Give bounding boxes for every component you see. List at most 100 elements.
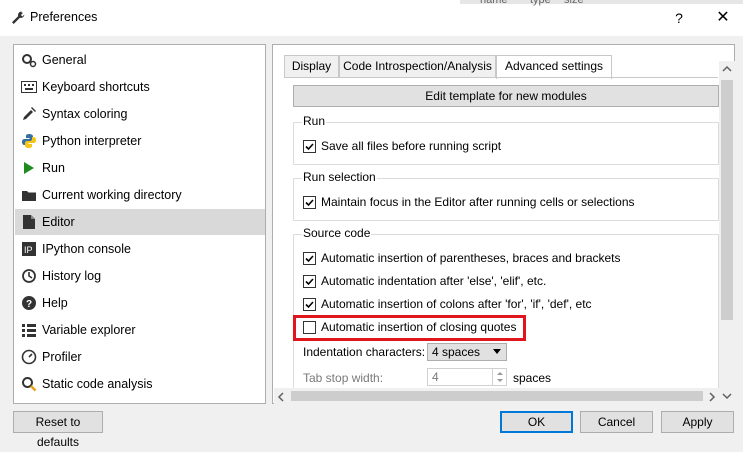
chevron-down-icon bbox=[493, 349, 501, 354]
run-group: Run Save all files before running script bbox=[293, 114, 719, 165]
sidebar-item-label: Current working directory bbox=[42, 188, 182, 202]
tab-stop-width-label: Tab stop width: bbox=[303, 371, 384, 385]
run-selection-group: Run selection Maintain focus in the Edit… bbox=[293, 170, 719, 221]
tab-display[interactable]: Display bbox=[284, 55, 339, 78]
window-title: Preferences bbox=[30, 10, 98, 24]
sidebar-item-run[interactable]: Run bbox=[15, 155, 265, 181]
sidebar-item-python-interpreter[interactable]: Python interpreter bbox=[15, 128, 265, 154]
background-column-name: name bbox=[480, 0, 508, 6]
maintain-focus-label: Maintain focus in the Editor after runni… bbox=[321, 195, 635, 209]
closing-quotes-highlight bbox=[293, 315, 526, 341]
sidebar-item-label: Variable explorer bbox=[42, 323, 136, 337]
vertical-scroll-thumb[interactable] bbox=[721, 80, 733, 320]
sidebar-item-label: Static code analysis bbox=[42, 377, 153, 391]
svg-text:?: ? bbox=[26, 299, 32, 310]
maintain-focus-checkbox[interactable] bbox=[303, 195, 316, 209]
tab-panel-border bbox=[284, 77, 718, 78]
title-bar: Preferences ? ✕ bbox=[0, 0, 743, 36]
wrench-icon bbox=[10, 10, 26, 26]
run-group-title: Run bbox=[302, 114, 327, 128]
background-window-strip: name type size bbox=[460, 0, 743, 6]
sidebar-item-label: Syntax coloring bbox=[42, 107, 128, 121]
cancel-button[interactable]: Cancel bbox=[580, 411, 653, 433]
indentation-characters-select[interactable]: 4 spaces bbox=[427, 343, 507, 361]
analysis-icon bbox=[21, 376, 37, 392]
background-column-size: size bbox=[564, 0, 584, 6]
sidebar-item-label: Profiler bbox=[42, 350, 82, 364]
source-code-group: Source code Automatic insertion of paren… bbox=[293, 226, 719, 397]
spin-arrows-icon[interactable] bbox=[492, 369, 506, 385]
maintain-focus-option[interactable]: Maintain focus in the Editor after runni… bbox=[303, 193, 635, 211]
tab-stop-unit-label: spaces bbox=[513, 371, 552, 385]
sidebar-item-label: IPython console bbox=[42, 242, 131, 256]
eyedropper-icon bbox=[21, 106, 37, 122]
auto-parentheses-label: Automatic insertion of parentheses, brac… bbox=[321, 251, 621, 265]
sidebar-item-current-working-directory[interactable]: Current working directory bbox=[15, 182, 265, 208]
sidebar-item-variable-explorer[interactable]: Variable explorer bbox=[15, 317, 265, 343]
tab-stop-width-value: 4 bbox=[432, 370, 439, 384]
indentation-characters-value: 4 spaces bbox=[432, 345, 481, 359]
sidebar-item-help[interactable]: ? Help bbox=[15, 290, 265, 316]
save-all-files-checkbox[interactable] bbox=[303, 139, 316, 153]
auto-colons-label: Automatic insertion of colons after 'for… bbox=[321, 297, 592, 311]
sidebar-item-static-code-analysis[interactable]: Static code analysis bbox=[15, 371, 265, 397]
sidebar-item-label: Editor bbox=[42, 215, 75, 229]
auto-parentheses-checkbox[interactable] bbox=[303, 251, 316, 265]
svg-text:IP: IP bbox=[24, 245, 33, 255]
horizontal-scroll-thumb[interactable] bbox=[291, 391, 703, 401]
sidebar-item-label: History log bbox=[42, 269, 102, 283]
close-button[interactable]: ✕ bbox=[708, 5, 738, 31]
sidebar-item-history-log[interactable]: History log bbox=[15, 263, 265, 289]
keyboard-icon bbox=[21, 79, 37, 95]
help-button[interactable]: ? bbox=[664, 5, 694, 31]
grid-icon bbox=[21, 322, 37, 338]
scroll-down-icon[interactable] bbox=[719, 388, 735, 404]
scroll-left-icon[interactable] bbox=[276, 391, 286, 405]
preferences-sidebar: General Keyboard shortcuts Syntax colori… bbox=[13, 44, 266, 404]
python-icon bbox=[21, 133, 37, 149]
sidebar-item-syntax-coloring[interactable]: Syntax coloring bbox=[15, 101, 265, 127]
horizontal-scrollbar[interactable] bbox=[274, 388, 719, 404]
ipython-icon: IP bbox=[21, 241, 37, 257]
sidebar-item-general[interactable]: General bbox=[15, 47, 265, 73]
vertical-scrollbar[interactable] bbox=[719, 61, 735, 404]
auto-colons-option[interactable]: Automatic insertion of colons after 'for… bbox=[303, 295, 592, 313]
play-icon bbox=[21, 160, 37, 176]
auto-parentheses-option[interactable]: Automatic insertion of parentheses, brac… bbox=[303, 249, 621, 267]
sidebar-item-keyboard-shortcuts[interactable]: Keyboard shortcuts bbox=[15, 74, 265, 100]
indentation-characters-label: Indentation characters: bbox=[303, 345, 426, 359]
apply-button[interactable]: Apply bbox=[661, 411, 734, 433]
help-icon: ? bbox=[21, 295, 37, 311]
reset-to-defaults-button[interactable]: Reset to defaults bbox=[13, 411, 103, 449]
auto-indentation-checkbox[interactable] bbox=[303, 274, 316, 288]
source-code-group-title: Source code bbox=[302, 226, 372, 240]
background-column-type: type bbox=[530, 0, 551, 6]
gears-icon bbox=[21, 52, 37, 68]
preferences-dialog: Preferences ? ✕ name type size General K… bbox=[0, 0, 743, 452]
sidebar-item-profiler[interactable]: Profiler bbox=[15, 344, 265, 370]
tab-code-introspection[interactable]: Code Introspection/Analysis bbox=[339, 55, 496, 78]
folder-icon bbox=[21, 187, 37, 203]
sidebar-item-label: General bbox=[42, 53, 87, 67]
tab-advanced-settings[interactable]: Advanced settings bbox=[496, 55, 612, 79]
edit-template-button[interactable]: Edit template for new modules bbox=[293, 85, 719, 107]
settings-panel: Display Code Introspection/Analysis Adva… bbox=[272, 44, 735, 404]
save-all-files-option[interactable]: Save all files before running script bbox=[303, 137, 501, 155]
auto-indentation-label: Automatic indentation after 'else', 'eli… bbox=[321, 274, 547, 288]
advanced-settings-scroll-area: Edit template for new modules Run Save a… bbox=[293, 85, 719, 397]
sidebar-item-label: Keyboard shortcuts bbox=[42, 80, 150, 94]
scroll-right-icon[interactable] bbox=[707, 391, 717, 405]
run-selection-group-title: Run selection bbox=[302, 170, 377, 184]
sidebar-item-editor[interactable]: Editor bbox=[15, 209, 265, 235]
ok-button[interactable]: OK bbox=[500, 411, 573, 433]
sidebar-item-ipython-console[interactable]: IP IPython console bbox=[15, 236, 265, 262]
profiler-icon bbox=[21, 349, 37, 365]
scroll-up-icon[interactable] bbox=[719, 61, 735, 77]
editor-icon bbox=[21, 214, 37, 230]
tab-stop-width-spinbox[interactable]: 4 bbox=[427, 368, 507, 386]
auto-indentation-option[interactable]: Automatic indentation after 'else', 'eli… bbox=[303, 272, 546, 290]
auto-colons-checkbox[interactable] bbox=[303, 297, 316, 311]
history-icon bbox=[21, 268, 37, 284]
save-all-files-label: Save all files before running script bbox=[321, 139, 502, 153]
sidebar-item-label: Help bbox=[42, 296, 68, 310]
